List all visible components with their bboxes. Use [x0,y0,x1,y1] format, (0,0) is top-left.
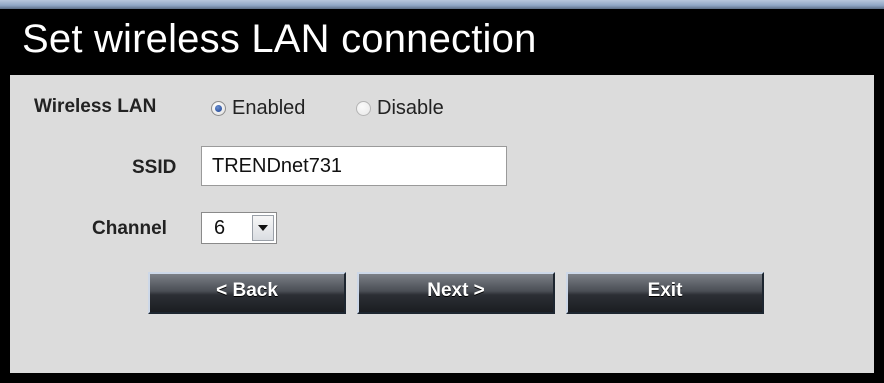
ssid-label: SSID [132,157,177,178]
radio-enabled-label: Enabled [232,97,306,119]
channel-label: Channel [92,218,167,239]
radio-disable[interactable] [356,101,371,116]
window-top-edge [0,0,884,9]
channel-select-value: 6 [214,216,226,239]
next-button[interactable]: Next > [357,272,555,314]
page-title: Set wireless LAN connection [22,17,537,61]
chevron-down-icon[interactable] [252,215,274,241]
back-button[interactable]: < Back [148,272,346,314]
wireless-lan-label: Wireless LAN [34,96,157,117]
wireless-lan-disable-option[interactable]: Disable [356,97,444,120]
settings-panel: Wireless LAN Enabled Disable SSID Channe… [10,75,874,373]
wireless-lan-enabled-option[interactable]: Enabled [211,97,305,120]
ssid-input[interactable] [201,146,507,186]
radio-enabled[interactable] [211,101,226,116]
channel-select[interactable]: 6 [201,212,277,244]
exit-button[interactable]: Exit [566,272,764,314]
radio-disable-label: Disable [377,97,444,119]
